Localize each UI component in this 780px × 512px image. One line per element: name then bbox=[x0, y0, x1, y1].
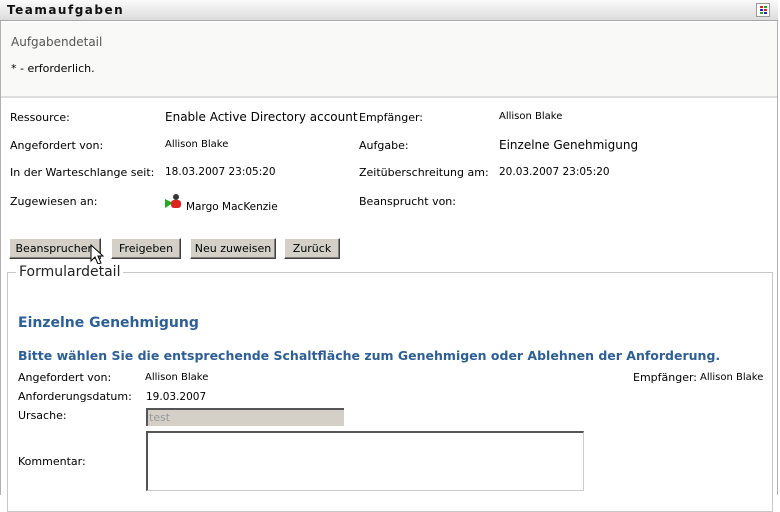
requested-by-value: Allison Blake bbox=[165, 139, 229, 150]
queued-value: 18.03.2007 23:05:20 bbox=[165, 166, 276, 178]
form-recipient-value: Allison Blake bbox=[700, 372, 764, 383]
task-value: Einzelne Genehmigung bbox=[499, 138, 639, 152]
assigned-value[interactable]: Margo MacKenzie bbox=[186, 201, 278, 213]
form-recipient-label: Empfänger: bbox=[633, 371, 698, 384]
form-instruction: Bitte wählen Sie die entsprechende Schal… bbox=[18, 348, 721, 363]
task-header: Aufgabendetail * - erforderlich. bbox=[1, 22, 777, 98]
requested-by-label: Angefordert von: bbox=[10, 139, 104, 152]
task-label: Aufgabe: bbox=[359, 139, 409, 152]
form-title: Einzelne Genehmigung bbox=[18, 315, 199, 331]
comment-textarea[interactable] bbox=[146, 431, 584, 491]
claimed-by-label: Beansprucht von: bbox=[359, 195, 456, 208]
assigned-label: Zugewiesen an: bbox=[10, 195, 98, 208]
form-requested-by-label: Angefordert von: bbox=[18, 371, 112, 384]
resource-label: Ressource: bbox=[10, 111, 70, 124]
required-note: * - erforderlich. bbox=[11, 62, 95, 75]
form-detail-legend: Formulardetail bbox=[16, 264, 124, 280]
resource-value: Enable Active Directory account bbox=[165, 110, 358, 124]
claim-button[interactable]: Beanspruchen bbox=[9, 238, 101, 259]
window-title: Teamaufgaben bbox=[7, 3, 125, 17]
comment-label: Kommentar: bbox=[18, 455, 86, 468]
reason-input[interactable]: test bbox=[146, 408, 344, 426]
timeout-value: 20.03.2007 23:05:20 bbox=[499, 166, 610, 178]
reason-label: Ursache: bbox=[18, 409, 67, 422]
page-subtitle: Aufgabendetail bbox=[11, 35, 103, 49]
user-icon bbox=[165, 193, 183, 209]
recipient-value: Allison Blake bbox=[499, 111, 563, 122]
form-date-label: Anforderungsdatum: bbox=[18, 390, 132, 403]
release-button[interactable]: Freigeben bbox=[111, 238, 181, 259]
form-requested-by-value: Allison Blake bbox=[145, 372, 209, 383]
recipient-label: Empfänger: bbox=[359, 111, 424, 124]
title-bar: Teamaufgaben bbox=[0, 0, 778, 21]
timeout-label: Zeitüberschreitung am: bbox=[359, 166, 489, 179]
queued-label: In der Warteschlange seit: bbox=[10, 166, 155, 179]
form-date-value: 19.03.2007 bbox=[146, 391, 207, 403]
reassign-button[interactable]: Neu zuweisen bbox=[190, 238, 276, 259]
back-button[interactable]: Zurück bbox=[284, 238, 340, 259]
menu-grid-icon[interactable] bbox=[756, 3, 770, 17]
